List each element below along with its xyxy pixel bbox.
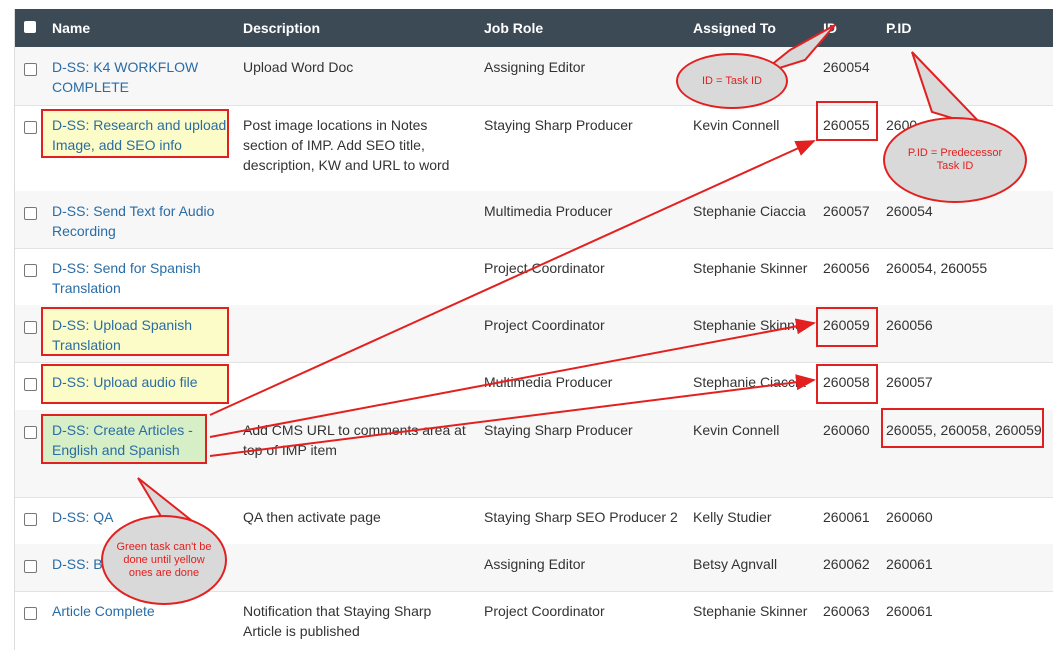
row-checkbox[interactable] bbox=[24, 121, 37, 134]
task-role: Assigning Editor bbox=[484, 556, 586, 572]
task-role: Project Coordinator bbox=[484, 260, 605, 276]
task-pid: 260056 bbox=[886, 317, 933, 333]
table-row: D-SS: Upload audio file Multimedia Produ… bbox=[15, 362, 1053, 411]
task-name-link[interactable]: D-SS: Upload Spanish Translation bbox=[52, 315, 232, 355]
task-pid: 260057 bbox=[886, 374, 933, 390]
green-callout-text: Green task can't be done until yellow on… bbox=[116, 540, 212, 579]
task-role: Multimedia Producer bbox=[484, 374, 613, 390]
row-checkbox[interactable] bbox=[24, 607, 37, 620]
task-role: Project Coordinator bbox=[484, 317, 605, 333]
task-assignee: Stephanie Skinner bbox=[693, 260, 808, 276]
task-assignee: Betsy Agnvall bbox=[693, 556, 778, 572]
task-description: QA then activate page bbox=[243, 509, 381, 525]
row-checkbox[interactable] bbox=[24, 321, 37, 334]
task-pid: 260061 bbox=[886, 556, 933, 572]
task-assignee: Kevin Connell bbox=[693, 422, 780, 438]
col-description[interactable]: Description bbox=[243, 20, 320, 36]
pid-callout-text: P.ID = Predecessor Task ID bbox=[907, 147, 1003, 172]
id-callout-text: ID = Task ID bbox=[701, 74, 762, 87]
task-description: Upload Word Doc bbox=[243, 59, 354, 75]
task-id: 260055 bbox=[823, 117, 870, 133]
task-id: 260057 bbox=[823, 203, 870, 219]
task-pid: 260054 bbox=[886, 203, 933, 219]
task-role: Staying Sharp Producer bbox=[484, 117, 633, 133]
task-name-link[interactable]: D-SS: Send for Spanish Translation bbox=[52, 258, 232, 298]
select-all-checkbox[interactable] bbox=[24, 21, 36, 33]
task-pid: 260054, 260055 bbox=[886, 260, 988, 276]
task-pid: 260061 bbox=[886, 603, 933, 619]
row-checkbox[interactable] bbox=[24, 264, 37, 277]
task-role: Staying Sharp SEO Producer 2 bbox=[484, 509, 678, 525]
task-id: 260062 bbox=[823, 556, 870, 572]
row-checkbox[interactable] bbox=[24, 426, 37, 439]
task-id: 260059 bbox=[823, 317, 870, 333]
row-checkbox[interactable] bbox=[24, 207, 37, 220]
task-pid: 260055, 260058, 260059 bbox=[886, 422, 1042, 438]
task-assignee: Stephanie Skinner bbox=[693, 317, 808, 333]
task-assignee: Stephanie Ciaccia bbox=[693, 374, 806, 390]
task-assignee: Kevin Connell bbox=[693, 117, 780, 133]
row-checkbox[interactable] bbox=[24, 560, 37, 573]
col-id[interactable]: ID bbox=[823, 20, 837, 36]
row-checkbox[interactable] bbox=[24, 63, 37, 76]
task-id: 260056 bbox=[823, 260, 870, 276]
task-name-link[interactable]: D-SS: Upload audio file bbox=[52, 372, 232, 392]
col-assigned-to[interactable]: Assigned To bbox=[693, 20, 776, 36]
table-row: D-SS: Create Articles - English and Span… bbox=[15, 408, 1053, 498]
row-checkbox[interactable] bbox=[24, 513, 37, 526]
task-role: Assigning Editor bbox=[484, 59, 586, 75]
task-assignee: Stephanie Skinner bbox=[693, 603, 808, 619]
task-id: 260060 bbox=[823, 422, 870, 438]
table-row: D-SS: Send Text for Audio Recording Mult… bbox=[15, 191, 1053, 249]
task-name-link[interactable]: D-SS: Research and upload Image, add SEO… bbox=[52, 115, 232, 155]
table-header: Name Description Job Role Assigned To ID… bbox=[15, 9, 1053, 47]
task-description: Notification that Staying Sharp Article … bbox=[243, 603, 432, 639]
col-pid[interactable]: P.ID bbox=[886, 20, 911, 36]
col-job-role[interactable]: Job Role bbox=[484, 20, 543, 36]
task-description: Post image locations in Notes section of… bbox=[243, 117, 450, 173]
task-assignee: Kelly Studier bbox=[693, 509, 772, 525]
task-id: 260058 bbox=[823, 374, 870, 390]
pid-callout: P.ID = Predecessor Task ID bbox=[883, 117, 1027, 203]
task-name-link[interactable]: D-SS: K4 WORKFLOW COMPLETE bbox=[52, 57, 232, 97]
task-pid: 260060 bbox=[886, 509, 933, 525]
task-name-link[interactable]: D-SS: Create Articles - English and Span… bbox=[52, 420, 202, 460]
task-id: 260061 bbox=[823, 509, 870, 525]
task-id: 260063 bbox=[823, 603, 870, 619]
task-role: Multimedia Producer bbox=[484, 203, 613, 219]
task-description: Add CMS URL to comments area at top of I… bbox=[243, 422, 466, 458]
green-task-callout: Green task can't be done until yellow on… bbox=[101, 515, 227, 605]
id-callout: ID = Task ID bbox=[676, 53, 788, 109]
col-name[interactable]: Name bbox=[52, 20, 90, 36]
task-assignee: Stephanie Ciaccia bbox=[693, 203, 806, 219]
task-name-link[interactable]: Article Complete bbox=[52, 601, 232, 621]
table-row: D-SS: Upload Spanish Translation Project… bbox=[15, 305, 1053, 363]
task-role: Project Coordinator bbox=[484, 603, 605, 619]
row-checkbox[interactable] bbox=[24, 378, 37, 391]
task-name-link[interactable]: D-SS: Send Text for Audio Recording bbox=[52, 201, 232, 241]
task-id: 260054 bbox=[823, 59, 870, 75]
task-role: Staying Sharp Producer bbox=[484, 422, 633, 438]
table-row: D-SS: K4 WORKFLOW COMPLETE Upload Word D… bbox=[15, 47, 1053, 106]
table-row: D-SS: Send for Spanish Translation Proje… bbox=[15, 248, 1053, 306]
